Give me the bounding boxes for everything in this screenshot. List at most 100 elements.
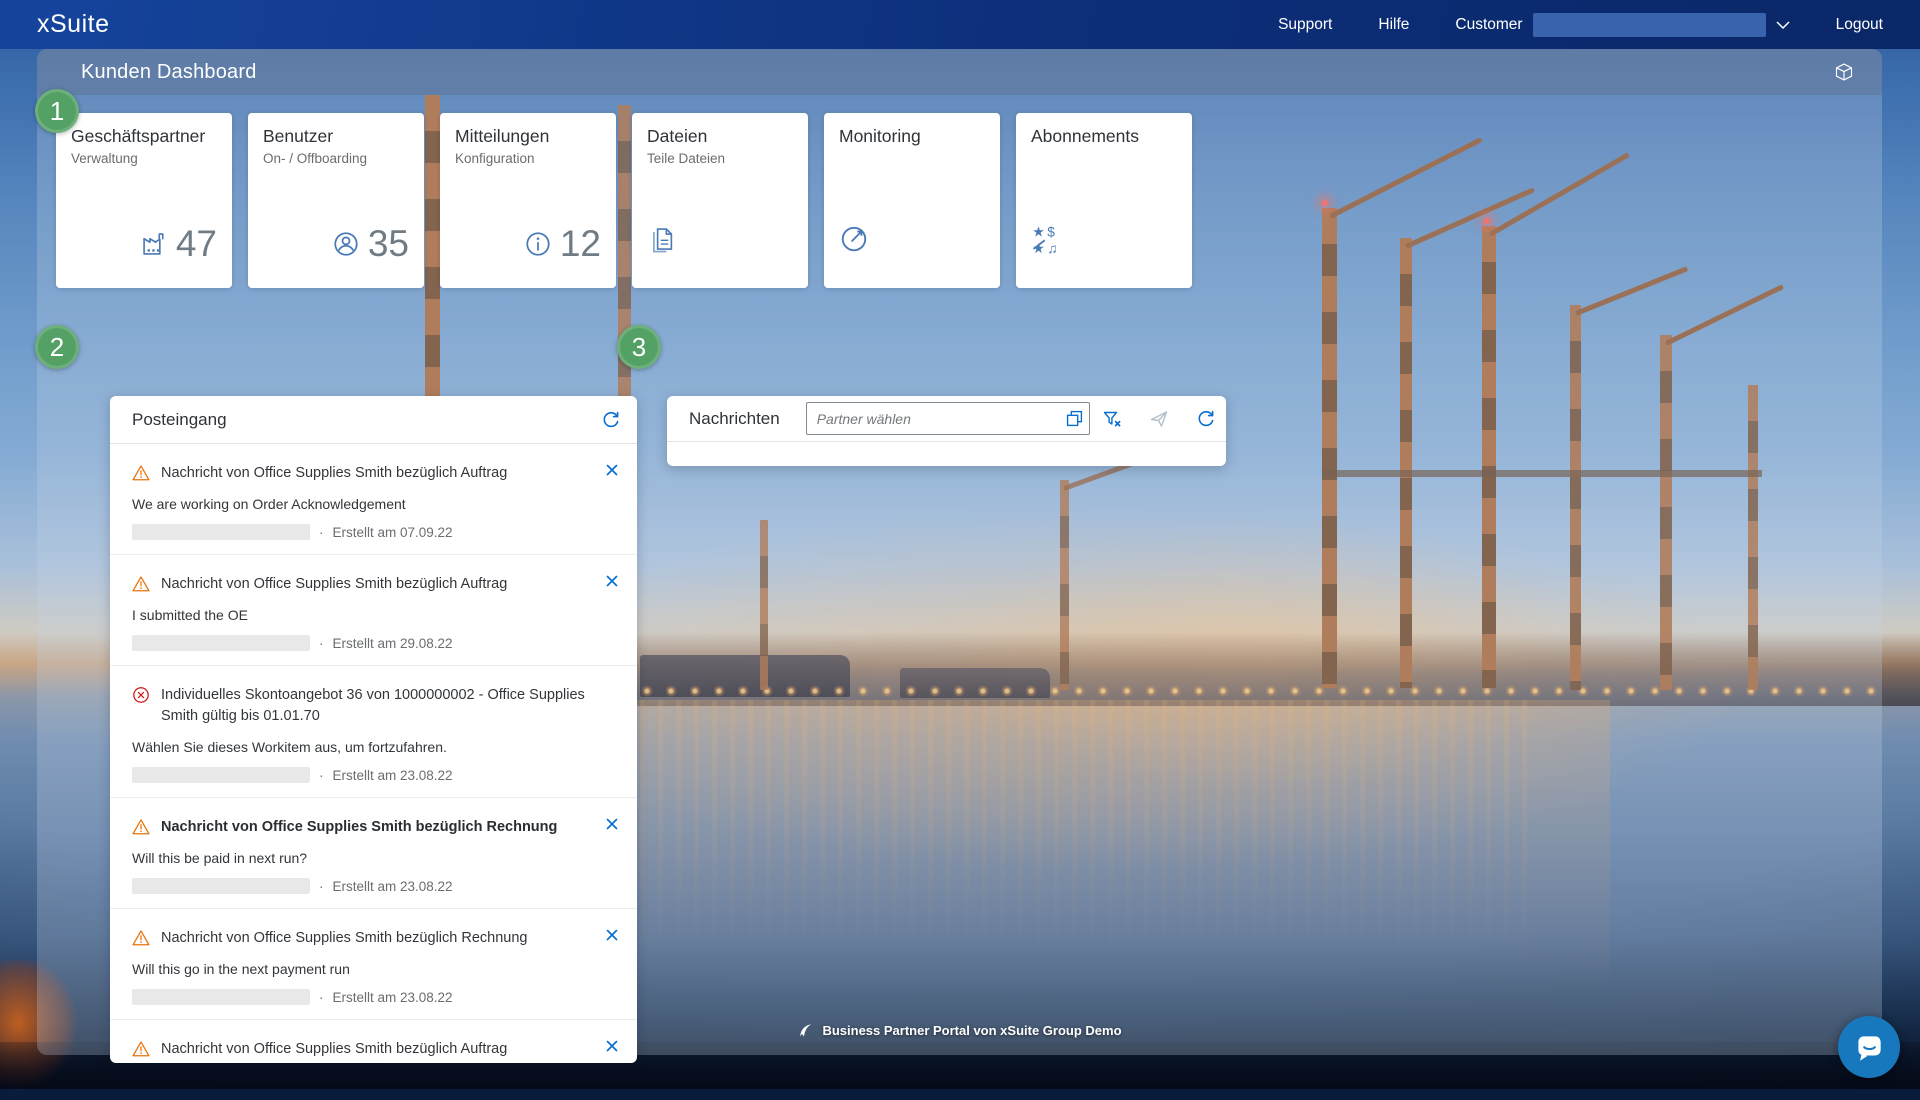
message-header: Nachricht von Office Supplies Smith bezü… (132, 463, 591, 484)
tile-subtitle (839, 151, 985, 167)
tile-mitteilungen[interactable]: Mitteilungen Konfiguration 12 (440, 113, 616, 288)
created-date: Erstellt am 23.08.22 (333, 879, 453, 894)
message-header: Individuelles Skontoangebot 36 von 10000… (132, 685, 591, 727)
message-footer: · Erstellt am 29.08.22 (132, 635, 591, 651)
separator-dot: · (319, 636, 324, 651)
top-nav: Support Hilfe Customer Logout (1278, 13, 1883, 37)
top-bar: xSuite Support Hilfe Customer Logout (0, 0, 1920, 49)
tile-kpi: 35 (332, 225, 409, 262)
inbox-message-row[interactable]: Nachricht von Office Supplies Smith bezü… (110, 555, 637, 666)
factory-icon (140, 230, 168, 258)
nachrichten-title: Nachrichten (689, 409, 780, 429)
inbox-message-row[interactable]: Nachricht von Office Supplies Smith bezü… (110, 444, 637, 555)
message-body: Wählen Sie dieses Workitem aus, um fortz… (132, 739, 591, 755)
message-header: Nachricht von Office Supplies Smith bezü… (132, 928, 591, 949)
tile-subtitle: Konfiguration (455, 151, 601, 167)
separator-dot: · (319, 525, 324, 540)
tile-count: 35 (368, 225, 409, 262)
customer-select[interactable]: Customer (1455, 13, 1789, 37)
warning-icon (132, 575, 150, 593)
inbox-message-row[interactable]: Nachricht von Office Supplies Smith bezü… (110, 798, 637, 909)
tile-abonnements[interactable]: Abonnements ★$★♫ (1016, 113, 1192, 288)
inbox-message-row[interactable]: Nachricht von Office Supplies Smith bezü… (110, 909, 637, 1020)
person-icon (332, 230, 360, 258)
redacted-sender-bar (132, 767, 310, 783)
customer-label: Customer (1455, 16, 1522, 34)
send-icon[interactable] (1149, 409, 1169, 429)
tile-gesch-ftspartner[interactable]: Geschäftspartner Verwaltung 47 (56, 113, 232, 288)
message-body: Will this go in the next payment run (132, 961, 591, 977)
svg-text:♫: ♫ (1047, 241, 1057, 254)
warning-icon (132, 1040, 150, 1058)
tile-monitoring[interactable]: Monitoring (824, 113, 1000, 288)
tile-title: Mitteilungen (455, 126, 601, 147)
page-title: Kunden Dashboard (81, 61, 257, 84)
tile-subtitle: On- / Offboarding (263, 151, 409, 167)
footer-text: Business Partner Portal von xSuite Group… (822, 1023, 1121, 1038)
tile-count: 12 (560, 225, 601, 262)
message-title: Nachricht von Office Supplies Smith bezü… (161, 574, 507, 595)
message-title: Nachricht von Office Supplies Smith bezü… (161, 928, 527, 949)
message-title: Nachricht von Office Supplies Smith bezü… (161, 817, 557, 838)
message-footer: · Erstellt am 07.09.22 (132, 524, 591, 540)
subscription-icon: ★$★♫ (1031, 224, 1061, 254)
close-icon[interactable] (604, 1038, 619, 1053)
nachrichten-panel: Nachrichten (667, 396, 1226, 466)
footer: Business Partner Portal von xSuite Group… (37, 1022, 1882, 1039)
partner-input-wrap (806, 402, 1090, 435)
message-body: We are working on Order Acknowledgement (132, 496, 591, 512)
tile-kpi (839, 224, 869, 254)
tile-subtitle (1031, 151, 1177, 167)
tile-title: Monitoring (839, 126, 985, 147)
close-icon[interactable] (604, 816, 619, 831)
message-header: Nachricht von Office Supplies Smith bezü… (132, 574, 591, 595)
info-icon (524, 230, 552, 258)
message-title: Nachricht von Office Supplies Smith bezü… (161, 463, 507, 484)
clear-filter-icon[interactable] (1102, 409, 1122, 429)
svg-text:$: $ (1047, 225, 1055, 240)
inbox-message-row[interactable]: Individuelles Skontoangebot 36 von 10000… (110, 666, 637, 798)
close-icon[interactable] (604, 573, 619, 588)
tile-title: Geschäftspartner (71, 126, 217, 147)
svg-text:★: ★ (1032, 225, 1044, 240)
tile-benutzer[interactable]: Benutzer On- / Offboarding 35 (248, 113, 424, 288)
tile-title: Benutzer (263, 126, 409, 147)
refresh-icon[interactable] (1196, 409, 1216, 429)
redacted-sender-bar (132, 878, 310, 894)
step-badge-3: 3 (617, 325, 661, 369)
tile-count: 47 (176, 225, 217, 262)
brand-logo: xSuite (37, 10, 109, 39)
help-link[interactable]: Hilfe (1378, 16, 1409, 34)
product-cube-icon[interactable] (1834, 62, 1854, 82)
tile-title: Abonnements (1031, 126, 1177, 147)
inbox-panel-header: Posteingang (110, 396, 637, 444)
redacted-sender-bar (132, 524, 310, 540)
step-badge-2: 2 (35, 325, 79, 369)
chat-launcher[interactable] (1838, 1016, 1900, 1078)
close-icon[interactable] (604, 927, 619, 942)
warning-icon (132, 929, 150, 947)
created-date: Erstellt am 23.08.22 (333, 768, 453, 783)
warning-icon (132, 818, 150, 836)
customer-name-redacted (1533, 13, 1766, 37)
xsuite-mark-icon (797, 1022, 814, 1039)
tile-subtitle: Teile Dateien (647, 151, 793, 167)
logout-link[interactable]: Logout (1836, 16, 1883, 34)
tile-subtitle: Verwaltung (71, 151, 217, 167)
value-help-icon[interactable] (1066, 410, 1083, 427)
tile-row: Geschäftspartner Verwaltung 47 Benutzer … (56, 113, 1192, 288)
warning-icon (132, 464, 150, 482)
refresh-icon[interactable] (601, 410, 621, 430)
inbox-title: Posteingang (132, 410, 227, 430)
support-link[interactable]: Support (1278, 16, 1332, 34)
partner-input[interactable] (806, 402, 1090, 435)
tile-title: Dateien (647, 126, 793, 147)
created-date: Erstellt am 07.09.22 (333, 525, 453, 540)
close-icon[interactable] (604, 462, 619, 477)
inbox-message-list: Nachricht von Office Supplies Smith bezü… (110, 444, 637, 1063)
tile-dateien[interactable]: Dateien Teile Dateien (632, 113, 808, 288)
message-footer: · Erstellt am 23.08.22 (132, 989, 591, 1005)
step-badge-1: 1 (35, 89, 79, 133)
nachrichten-header: Nachrichten (667, 396, 1226, 442)
page-header: Kunden Dashboard (37, 49, 1882, 95)
